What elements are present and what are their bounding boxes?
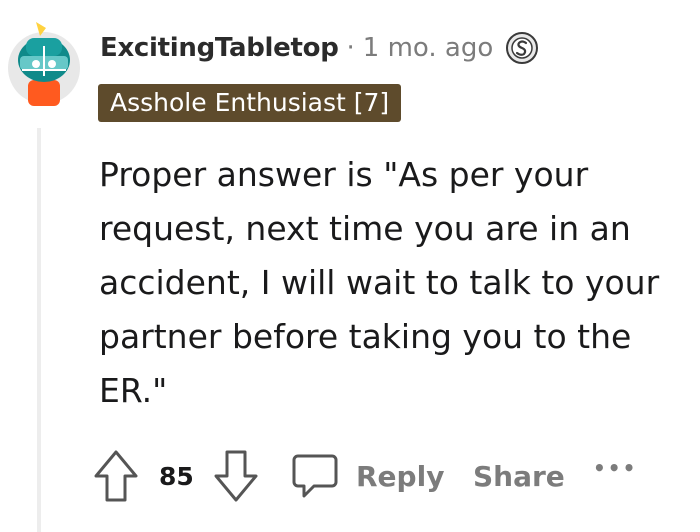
avatar-icon [8,22,80,106]
user-flair: Asshole Enthusiast [7] [98,84,402,122]
speech-bubble-icon [292,454,338,498]
reply-label: Reply [356,459,445,493]
upvote-button[interactable] [92,446,140,506]
vote-count: 85 [159,461,194,491]
comment-header: ExcitingTabletop · 1 mo. ago [100,28,539,68]
arrow-up-icon [94,450,138,502]
share-button[interactable]: Share [473,446,565,506]
more-icon: ••• [593,456,638,480]
reply-button[interactable]: Reply [290,446,444,506]
comment-text: Proper answer is "As per your request, n… [99,155,660,410]
share-label: Share [473,459,565,493]
username[interactable]: ExcitingTabletop [100,33,339,63]
s-badge-icon [505,31,539,65]
downvote-button[interactable] [212,446,260,506]
comment-actions: 85 Reply Share ••• [92,446,652,506]
separator-dot: · [346,33,355,63]
avatar[interactable] [6,18,82,110]
arrow-down-icon [214,450,258,502]
timestamp[interactable]: 1 mo. ago [363,33,493,63]
more-button[interactable]: ••• [593,438,637,498]
thread-line[interactable] [37,128,41,532]
comment-body: Proper answer is "As per your request, n… [99,148,689,418]
